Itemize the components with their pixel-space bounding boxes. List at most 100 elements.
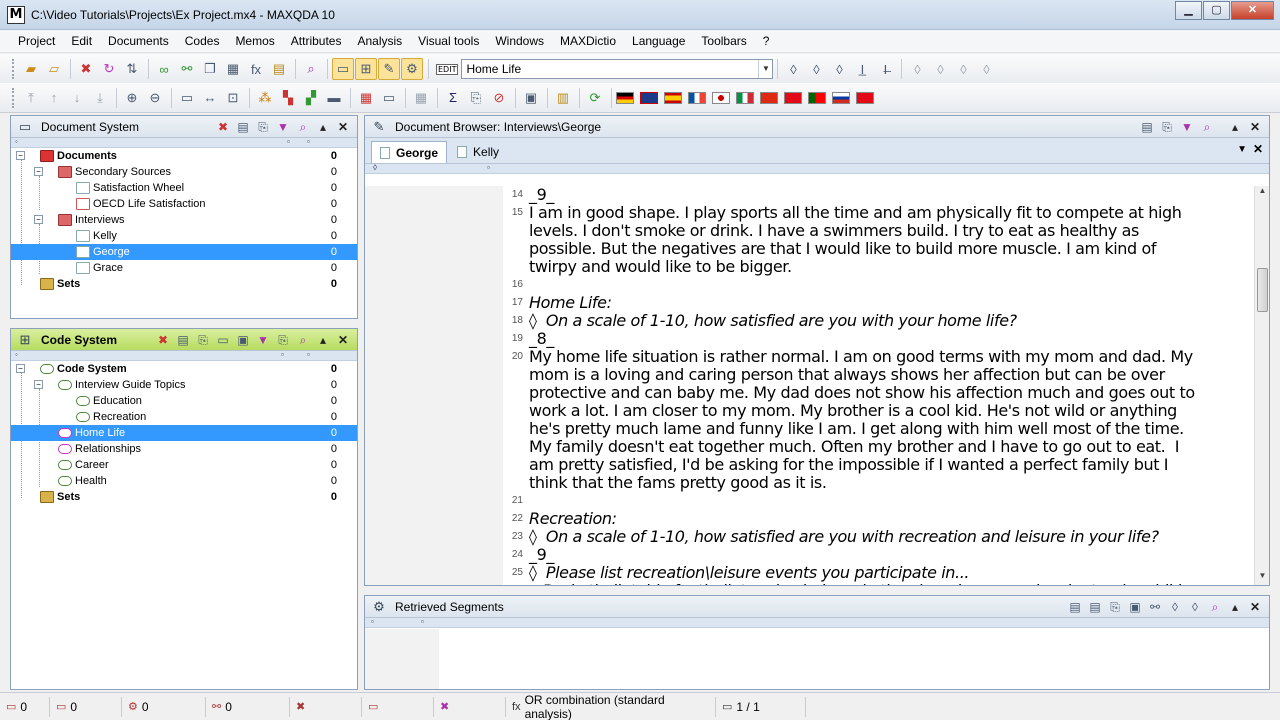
flag-tr2-icon[interactable] [856,91,874,104]
document-paragraph[interactable]: _9_ [529,546,1251,564]
print-segments-icon[interactable]: ▤ [1065,598,1085,616]
code-row-code-system[interactable]: − Code System 0 [11,361,357,377]
document-portrait-icon[interactable]: ▦ [355,87,377,109]
scroll-thumb[interactable] [1257,268,1268,312]
code-diamond-4-icon[interactable]: ◊ [929,58,951,80]
zoom-100-icon[interactable]: ▭ [176,87,198,109]
copy-icon[interactable]: ❐ [199,58,221,80]
menu-language[interactable]: Language [624,34,693,48]
new-project-icon[interactable]: ▰ [20,58,42,80]
document-paragraph[interactable]: _9_ [529,186,1251,204]
code-diamond-3-icon[interactable]: ◊ [906,58,928,80]
sum-icon[interactable]: Σ [442,87,464,109]
flag-cn-icon[interactable] [760,91,778,104]
flag-ru-icon[interactable] [832,91,850,104]
close-codes-panel-icon[interactable]: ✕ [333,331,353,349]
tab-kelly[interactable]: Kelly [449,141,507,163]
pin-codes-icon[interactable]: ▴ [313,331,333,349]
filter-doc-browser-icon[interactable]: ▼ [1177,118,1197,136]
document-browser-icon[interactable]: ▭ [332,58,354,80]
code-system-icon[interactable]: ⊞ [355,58,377,80]
flag-fr-icon[interactable] [688,91,706,104]
code-favorites-icon[interactable]: ▣ [233,331,253,349]
close-segments-icon[interactable]: ✕ [1245,598,1265,616]
underline-icon[interactable]: I̲ [851,58,873,80]
search-codes-icon[interactable]: ⌕ [293,331,313,349]
document-paragraph[interactable]: Basketball, table football, tennis, dodg… [529,582,1251,586]
filter-doc-icon[interactable]: ▼ [273,118,293,136]
flag-jp-icon[interactable] [712,91,730,104]
zoom-in-icon[interactable]: ⊕ [121,87,143,109]
tab-list-icon[interactable]: ▼ [1237,144,1247,155]
move-bottom-icon[interactable]: ⤓ [89,87,111,109]
link-icon[interactable]: ∞ [153,58,175,80]
pin-segments-icon[interactable]: ▴ [1225,598,1245,616]
move-top-icon[interactable]: ⤒ [20,87,42,109]
menu-memos[interactable]: Memos [227,34,282,48]
code-row-sets[interactable]: Sets 0 [11,489,357,505]
code-row-health[interactable]: Health 0 [11,473,357,489]
print-doc-icon[interactable]: ▤ [1137,118,1157,136]
zoom-out-icon[interactable]: ⊖ [144,87,166,109]
link-green-icon[interactable]: ⚯ [176,58,198,80]
menu-toolbars[interactable]: Toolbars [693,34,754,48]
menu-analysis[interactable]: Analysis [349,34,410,48]
document-text-area[interactable]: 14 _9_ 15 I am in good shape. I play sports… [365,186,1254,585]
tree-row-documents[interactable]: − Documents 0 [11,148,357,164]
code-row-home-life[interactable]: Home Life 0 [11,425,357,441]
code-segments-icon[interactable]: ◊ [1165,598,1185,616]
function-icon[interactable]: fx [245,58,267,80]
memo-icon[interactable]: ▤ [268,58,290,80]
new-code-icon[interactable]: ▭ [213,331,233,349]
word-count-icon[interactable]: ⊘ [488,87,510,109]
code-combo[interactable]: Home Life ▼ [461,59,774,79]
flag-uk-icon[interactable] [640,91,658,104]
flag-it-icon[interactable] [736,91,754,104]
code-relations-icon[interactable]: ✖ [75,58,97,80]
maximize-button[interactable]: ▢ [1203,1,1230,20]
code-diamond-6-icon[interactable]: ◊ [975,58,997,80]
document-scrollbar[interactable]: ▲ ▼ [1254,186,1269,585]
export-codes-icon[interactable]: ⎘ [193,331,213,349]
book-icon[interactable]: ▥ [552,87,574,109]
code-relations-browser-icon[interactable]: ▞ [300,87,322,109]
menu-maxdictio[interactable]: MAXDictio [552,34,624,48]
search-doc-icon[interactable]: ⌕ [293,118,313,136]
pin-browser-icon[interactable]: ▴ [1225,118,1245,136]
dictionary-icon[interactable]: ▣ [520,87,542,109]
tree-row-interviews[interactable]: − Interviews 0 [11,212,357,228]
move-up-icon[interactable]: ↑ [43,87,65,109]
close-button[interactable]: ✕ [1231,1,1274,20]
filter-segments-icon[interactable]: ◊ [1185,598,1205,616]
search-icon[interactable]: ⌕ [300,58,322,80]
tab-george[interactable]: George [371,141,448,163]
strike-icon[interactable]: I̶ [874,58,896,80]
export-segments-icon[interactable]: ▤ [1085,598,1105,616]
menu-project[interactable]: Project [10,34,63,48]
document-paragraph[interactable]: I am in good shape. I play sports all th… [529,204,1251,276]
close-browser-icon[interactable]: ✕ [1245,118,1265,136]
document-paragraph[interactable]: ◊ Please list recreation\leisure events … [529,564,1251,582]
fit-width-icon[interactable]: ↔ [199,87,221,109]
code-row-education[interactable]: Education 0 [11,393,357,409]
tree-row-doc-sets[interactable]: Sets 0 [11,276,357,292]
menu-visual-tools[interactable]: Visual tools [410,34,487,48]
code-row-recreation[interactable]: Recreation 0 [11,409,357,425]
table-dim-icon[interactable]: ▦ [410,87,432,109]
copy-segments-icon[interactable]: ⎘ [1105,598,1125,616]
document-paragraph[interactable]: Home Life: [529,294,1251,312]
flag-pt-icon[interactable] [808,91,826,104]
menu-documents[interactable]: Documents [100,34,177,48]
export-doc-icon[interactable]: ⎘ [1157,118,1177,136]
activate-icon[interactable]: ✖ [213,118,233,136]
code-diamond-2-icon[interactable]: ◊ [805,58,827,80]
flag-es-icon[interactable] [664,91,682,104]
menu-attributes[interactable]: Attributes [283,34,350,48]
fit-page-icon[interactable]: ⊡ [222,87,244,109]
move-down-icon[interactable]: ↓ [66,87,88,109]
statistics-icon[interactable]: ⎘ [465,87,487,109]
document-paragraph[interactable]: Recreation: [529,510,1251,528]
menu-codes[interactable]: Codes [177,34,228,48]
pin-icon[interactable]: ▴ [313,118,333,136]
code-row-career[interactable]: Career 0 [11,457,357,473]
